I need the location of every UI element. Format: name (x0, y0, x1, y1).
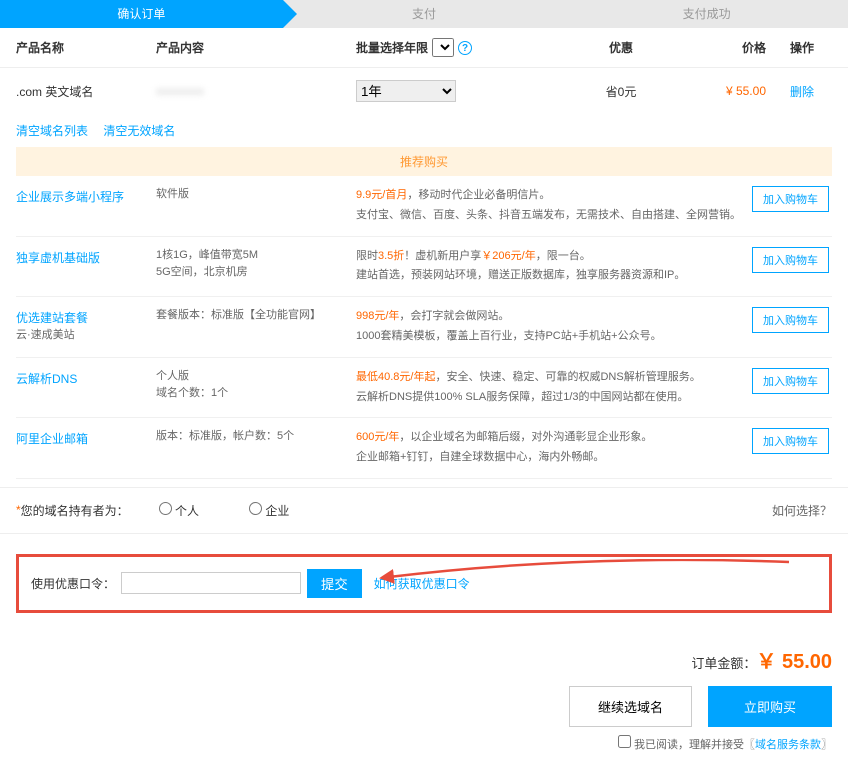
promo-name[interactable]: 独享虚机基础版 (16, 247, 156, 266)
promo-name[interactable]: 云解析DNS (16, 368, 156, 387)
promo-name[interactable]: 优选建站套餐云·速成美站 (16, 307, 156, 342)
delete-button[interactable]: 删除 (772, 83, 832, 100)
bulk-year-select[interactable] (432, 38, 454, 57)
col-price: 价格 (686, 39, 766, 56)
owner-row: * 您的域名持有者为： 个人 企业 如何选择？ (0, 487, 848, 534)
promo-desc: 9.9元/首月，移动时代企业必备明信片。支付宝、微信、百度、头条、抖音五端发布，… (356, 186, 752, 226)
progress-steps: 确认订单 支付 支付成功 (0, 0, 848, 28)
clear-links: 清空域名列表 清空无效域名 (0, 114, 848, 147)
order-row: .com 英文域名 xxxxxxxx 1年 省0元 ¥ 55.00 删除 (0, 68, 848, 114)
help-icon[interactable]: ? (458, 41, 472, 55)
table-header: 产品名称 产品内容 批量选择年限 ? 优惠 价格 操作 (0, 28, 848, 68)
promo-desc: 最低40.8元/年起，安全、快速、稳定、可靠的权威DNS解析管理服务。云解析DN… (356, 368, 752, 408)
promo-row: 阿里企业邮箱版本：标准版，帐户数：5个600元/年，以企业域名为邮箱后缀，对外沟… (16, 418, 832, 479)
promo-content: 1核1G，峰值带宽5M5G空间，北京机房 (156, 247, 356, 282)
coupon-box: 使用优惠口令： 提交 如何获取优惠口令 (16, 554, 832, 613)
agree-checkbox[interactable] (618, 735, 631, 748)
col-content: 产品内容 (156, 39, 356, 56)
discount-value: 省0元 (556, 83, 686, 100)
col-action: 操作 (772, 39, 832, 56)
clear-list-link[interactable]: 清空域名列表 (16, 124, 88, 138)
terms-link[interactable]: 域名服务条款 (755, 739, 821, 751)
price-value: ¥ 55.00 (686, 84, 766, 98)
promo-content: 软件版 (156, 186, 356, 204)
clear-invalid-link[interactable]: 清空无效域名 (103, 124, 175, 138)
promo-row: 独享虚机基础版1核1G，峰值带宽5M5G空间，北京机房限时3.5折！虚机新用户享… (16, 237, 832, 298)
promo-header: 推荐购买 (16, 147, 832, 176)
add-cart-button[interactable]: 加入购物车 (752, 368, 829, 394)
step-pay: 支付 (283, 0, 566, 28)
promo-content: 版本：标准版，帐户数：5个 (156, 428, 356, 446)
promo-row: 优选建站套餐云·速成美站套餐版本：标准版【全功能官网】998元/年，会打字就会做… (16, 297, 832, 358)
step-confirm: 确认订单 (0, 0, 283, 28)
product-name: .com 英文域名 (16, 83, 156, 100)
step-success: 支付成功 (565, 0, 848, 28)
promo-desc: 998元/年，会打字就会做网站。1000套精美模板，覆盖上百行业，支持PC站+手… (356, 307, 752, 347)
promo-row: 企业展示多端小程序软件版9.9元/首月，移动时代企业必备明信片。支付宝、微信、百… (16, 176, 832, 237)
annotation-arrow (379, 559, 799, 589)
col-year: 批量选择年限 ? (356, 38, 556, 57)
promo-content: 套餐版本：标准版【全功能官网】 (156, 307, 356, 325)
how-select-link[interactable]: 如何选择？ (772, 502, 832, 519)
coupon-label: 使用优惠口令： (31, 575, 115, 592)
add-cart-button[interactable]: 加入购物车 (752, 307, 829, 333)
radio-personal[interactable]: 个人 (159, 502, 199, 519)
year-select[interactable]: 1年 (356, 80, 456, 102)
promo-row: 云解析DNS个人版域名个数：1个最低40.8元/年起，安全、快速、稳定、可靠的权… (16, 358, 832, 419)
col-name: 产品名称 (16, 39, 156, 56)
owner-label: 您的域名持有者为： (21, 502, 129, 519)
promo-name[interactable]: 阿里企业邮箱 (16, 428, 156, 447)
promo-content: 个人版域名个数：1个 (156, 368, 356, 403)
add-cart-button[interactable]: 加入购物车 (752, 186, 829, 212)
footer: 订单金额：￥ 55.00 继续选域名 立即购买 我已阅读，理解并接受〖域名服务条… (0, 633, 848, 764)
product-content-blurred: xxxxxxxx (156, 84, 356, 98)
coupon-submit-button[interactable]: 提交 (307, 569, 362, 598)
promo-desc: 限时3.5折！虚机新用户享￥206元/年，限一台。建站首选，预装网站环境，赠送正… (356, 247, 752, 287)
buy-button[interactable]: 立即购买 (708, 686, 832, 727)
continue-button[interactable]: 继续选域名 (569, 686, 692, 727)
add-cart-button[interactable]: 加入购物车 (752, 428, 829, 454)
col-discount: 优惠 (556, 39, 686, 56)
promo-name[interactable]: 企业展示多端小程序 (16, 186, 156, 205)
total-line: 订单金额：￥ 55.00 (16, 645, 832, 674)
promo-desc: 600元/年，以企业域名为邮箱后缀，对外沟通彰显企业形象。企业邮箱+钉钉，自建全… (356, 428, 752, 468)
agree-line: 我已阅读，理解并接受〖域名服务条款〗 (16, 735, 832, 752)
coupon-input[interactable] (121, 572, 301, 594)
radio-company[interactable]: 企业 (249, 502, 289, 519)
add-cart-button[interactable]: 加入购物车 (752, 247, 829, 273)
